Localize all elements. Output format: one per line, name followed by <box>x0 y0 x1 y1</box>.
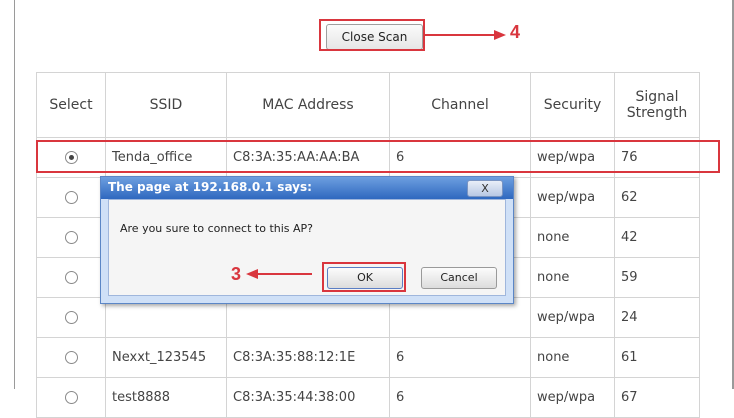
col-security: Security <box>530 72 615 138</box>
dialog-body: Are you sure to connect to this AP? OK C… <box>108 199 506 296</box>
signal-cell: 42 <box>614 217 700 258</box>
close-scan-highlight <box>319 19 425 51</box>
dialog-title: The page at 192.168.0.1 says: <box>108 180 312 194</box>
step4-arrow-line <box>425 34 495 36</box>
select-cell <box>36 337 106 378</box>
select-cell <box>36 377 106 418</box>
col-ssid: SSID <box>105 72 227 138</box>
select-cell <box>36 257 106 298</box>
select-radio[interactable] <box>64 231 78 244</box>
ssid-cell: Nexxt_123545 <box>105 337 227 378</box>
step4-arrow-head-icon <box>494 30 506 40</box>
ok-button[interactable]: OK <box>327 267 403 289</box>
signal-cell: 24 <box>614 297 700 338</box>
col-signal: Signal Strength <box>614 72 700 138</box>
select-cell <box>36 177 106 218</box>
select-radio[interactable] <box>64 391 78 404</box>
select-cell <box>36 217 106 258</box>
select-cell <box>36 297 106 338</box>
security-cell: none <box>530 337 615 378</box>
signal-cell: 61 <box>614 337 700 378</box>
signal-cell: 67 <box>614 377 700 418</box>
channel-cell: 6 <box>389 337 531 378</box>
selected-row-highlight <box>36 140 720 173</box>
confirm-dialog: The page at 192.168.0.1 says: X Are you … <box>100 176 514 304</box>
mac-cell: C8:3A:35:88:12:1E <box>226 337 390 378</box>
col-mac: MAC Address <box>226 72 390 138</box>
frame-left-border <box>14 0 15 389</box>
select-radio[interactable] <box>64 191 78 204</box>
security-cell: none <box>530 217 615 258</box>
step3-label: 3 <box>231 264 242 284</box>
mac-cell: C8:3A:35:44:38:00 <box>226 377 390 418</box>
cancel-button[interactable]: Cancel <box>421 267 497 289</box>
table-row[interactable]: test8888 C8:3A:35:44:38:00 6 wep/wpa 67 <box>36 377 700 418</box>
security-cell: none <box>530 257 615 298</box>
select-radio[interactable] <box>64 351 78 364</box>
security-cell: wep/wpa <box>530 297 615 338</box>
ssid-cell: test8888 <box>105 377 227 418</box>
table-header-row: Select SSID MAC Address Channel Security… <box>36 72 700 138</box>
dialog-message: Are you sure to connect to this AP? <box>120 222 314 235</box>
select-radio[interactable] <box>64 311 78 324</box>
step4-label: 4 <box>510 22 521 42</box>
channel-cell: 6 <box>389 377 531 418</box>
select-radio[interactable] <box>64 271 78 284</box>
security-cell: wep/wpa <box>530 177 615 218</box>
security-cell: wep/wpa <box>530 377 615 418</box>
close-icon[interactable]: X <box>467 180 503 197</box>
table-row[interactable]: Nexxt_123545 C8:3A:35:88:12:1E 6 none 61 <box>36 337 700 378</box>
col-select: Select <box>36 72 106 138</box>
signal-cell: 59 <box>614 257 700 298</box>
col-channel: Channel <box>389 72 531 138</box>
step3-arrow-line <box>256 273 312 275</box>
signal-cell: 62 <box>614 177 700 218</box>
